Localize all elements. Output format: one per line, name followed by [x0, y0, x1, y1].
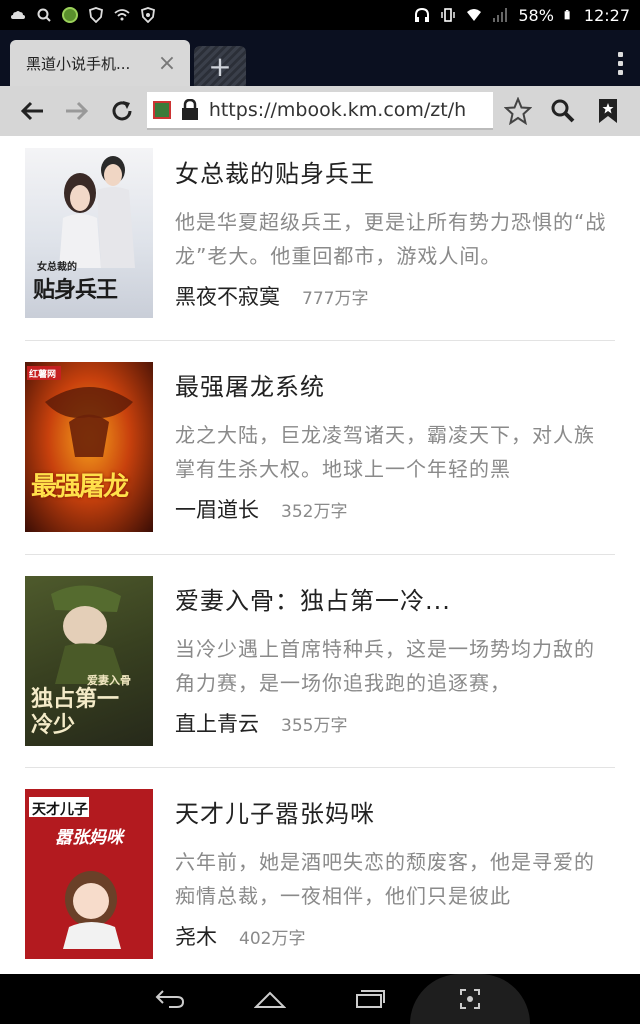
book-author: 直上青云	[175, 711, 259, 736]
battery-percent: 58%	[518, 5, 554, 25]
shield-icon	[89, 7, 103, 23]
overflow-menu-icon[interactable]	[600, 40, 640, 86]
refresh-icon	[112, 101, 132, 121]
book-description: 他是华夏超级兵王，更是让所有势力恐惧的“战龙”老大。他重回都市，游戏人间。	[175, 210, 607, 268]
bookmark-star-button[interactable]	[495, 86, 540, 136]
arrow-right-icon	[66, 101, 89, 121]
cover-title: 贴身兵王	[33, 277, 118, 303]
word-count: 352万字	[281, 502, 348, 522]
home-icon	[254, 991, 286, 1008]
book-description: 六年前，她是酒吧失恋的颓废客，他是寻爱的痴情总裁，一夜相伴，他们只是彼此	[175, 850, 595, 909]
cover-title: 天才儿子	[32, 802, 88, 819]
book-author: 黑夜不寂寞	[175, 285, 280, 309]
cover-title: 最强屠龙	[31, 472, 129, 502]
word-count: 402万字	[239, 929, 306, 950]
search-button[interactable]	[540, 86, 585, 136]
list-item[interactable]: 爱妻入骨 独占第一冷少 爱妻入骨：独占第一冷... 当冷少遇上首席特种兵，这是一…	[25, 555, 615, 769]
url-text: https://mbook.km.com/zt/h	[208, 99, 467, 121]
wifi-icon	[467, 9, 482, 21]
nav-recents-button[interactable]	[350, 979, 390, 1019]
search-icon	[37, 8, 51, 22]
nav-home-button[interactable]	[250, 979, 290, 1019]
book-cover[interactable]: 天才儿子 嚣张妈咪	[25, 789, 153, 960]
nav-screenshot-button[interactable]	[450, 979, 490, 1019]
headphones-icon	[415, 7, 430, 22]
book-author: 尧木	[175, 925, 217, 950]
forward-button[interactable]	[55, 86, 100, 136]
clock: 12:27	[583, 5, 630, 25]
cloud-icon	[11, 11, 25, 19]
cover-badge: 红薯网	[29, 370, 57, 380]
reload-button[interactable]	[100, 86, 145, 136]
book-title[interactable]: 天才儿子嚣张妈咪	[175, 794, 615, 829]
app-icon	[62, 7, 78, 23]
book-cover[interactable]: 爱妻入骨 独占第一冷少	[25, 575, 153, 746]
list-item[interactable]: 女总裁的 贴身兵王 女总裁的贴身兵王 他是华夏超级兵王，更是让所有势力恐惧的“战…	[25, 136, 615, 341]
signal-icon	[493, 8, 508, 22]
book-list: 女总裁的 贴身兵王 女总裁的贴身兵王 他是华夏超级兵王，更是让所有势力恐惧的“战…	[25, 136, 615, 982]
book-title[interactable]: 最强屠龙系统	[175, 367, 615, 402]
book-cover[interactable]: 女总裁的 贴身兵王	[25, 148, 153, 318]
status-bar: 58% 12:27	[0, 0, 640, 30]
cover-subtitle: 女总裁的	[37, 262, 77, 273]
battery-icon	[564, 10, 570, 20]
cover-title: 独占第一冷少	[31, 685, 120, 738]
bookmarks-button[interactable]	[585, 86, 630, 136]
tab-title: 黑道小说手机...	[26, 54, 131, 73]
lock-icon	[181, 99, 198, 120]
nav-back-button[interactable]	[150, 979, 190, 1019]
cover-subtitle: 嚣张妈咪	[55, 828, 123, 849]
book-title[interactable]: 爱妻入骨：独占第一冷...	[175, 581, 615, 616]
site-favicon-icon	[152, 101, 171, 119]
word-count: 355万字	[281, 715, 348, 736]
book-description: 当冷少遇上首席特种兵，这是一场势均力敌的角力赛，是一场你追我跑的追逐赛，	[175, 636, 595, 695]
word-count: 777万字	[302, 289, 369, 309]
list-item[interactable]: 红薯网 最强屠龙 最强屠龙系统 龙之大陆，巨龙凌驾诸天，霸凌天下，对人族掌有生杀…	[25, 341, 615, 555]
magnifier-icon	[551, 99, 574, 123]
book-title[interactable]: 女总裁的贴身兵王	[175, 154, 615, 189]
vibrate-icon	[441, 8, 456, 22]
browser-tab[interactable]: 黑道小说手机... ×	[10, 40, 190, 86]
tab-strip: 黑道小说手机... × +	[0, 30, 640, 86]
book-cover[interactable]: 红薯网 最强屠龙	[25, 362, 153, 532]
wifi-settings-icon	[114, 9, 130, 21]
dragon-art-icon	[27, 366, 133, 457]
new-tab-button[interactable]: +	[194, 46, 246, 86]
recents-icon	[356, 990, 385, 1008]
back-button[interactable]	[10, 86, 55, 136]
screenshot-icon	[460, 989, 480, 1009]
arrow-left-icon	[21, 101, 44, 121]
shield-check-icon	[141, 7, 155, 23]
browser-toolbar: https://mbook.km.com/zt/h	[0, 86, 640, 136]
back-arrow-icon	[155, 990, 185, 1008]
plus-icon: +	[208, 49, 232, 83]
bookmark-icon	[598, 99, 617, 123]
list-item[interactable]: 天才儿子 嚣张妈咪 天才儿子嚣张妈咪 六年前，她是酒吧失恋的颓废客，他是寻爱的痴…	[25, 768, 615, 982]
system-nav-bar	[0, 974, 640, 1024]
book-description: 龙之大陆，巨龙凌驾诸天，霸凌天下，对人族掌有生杀大权。地球上一个年轻的黑	[175, 423, 595, 481]
star-icon	[503, 97, 532, 125]
address-bar[interactable]: https://mbook.km.com/zt/h	[146, 92, 494, 130]
book-author: 一眉道长	[175, 498, 259, 522]
close-tab-icon[interactable]: ×	[156, 51, 178, 76]
